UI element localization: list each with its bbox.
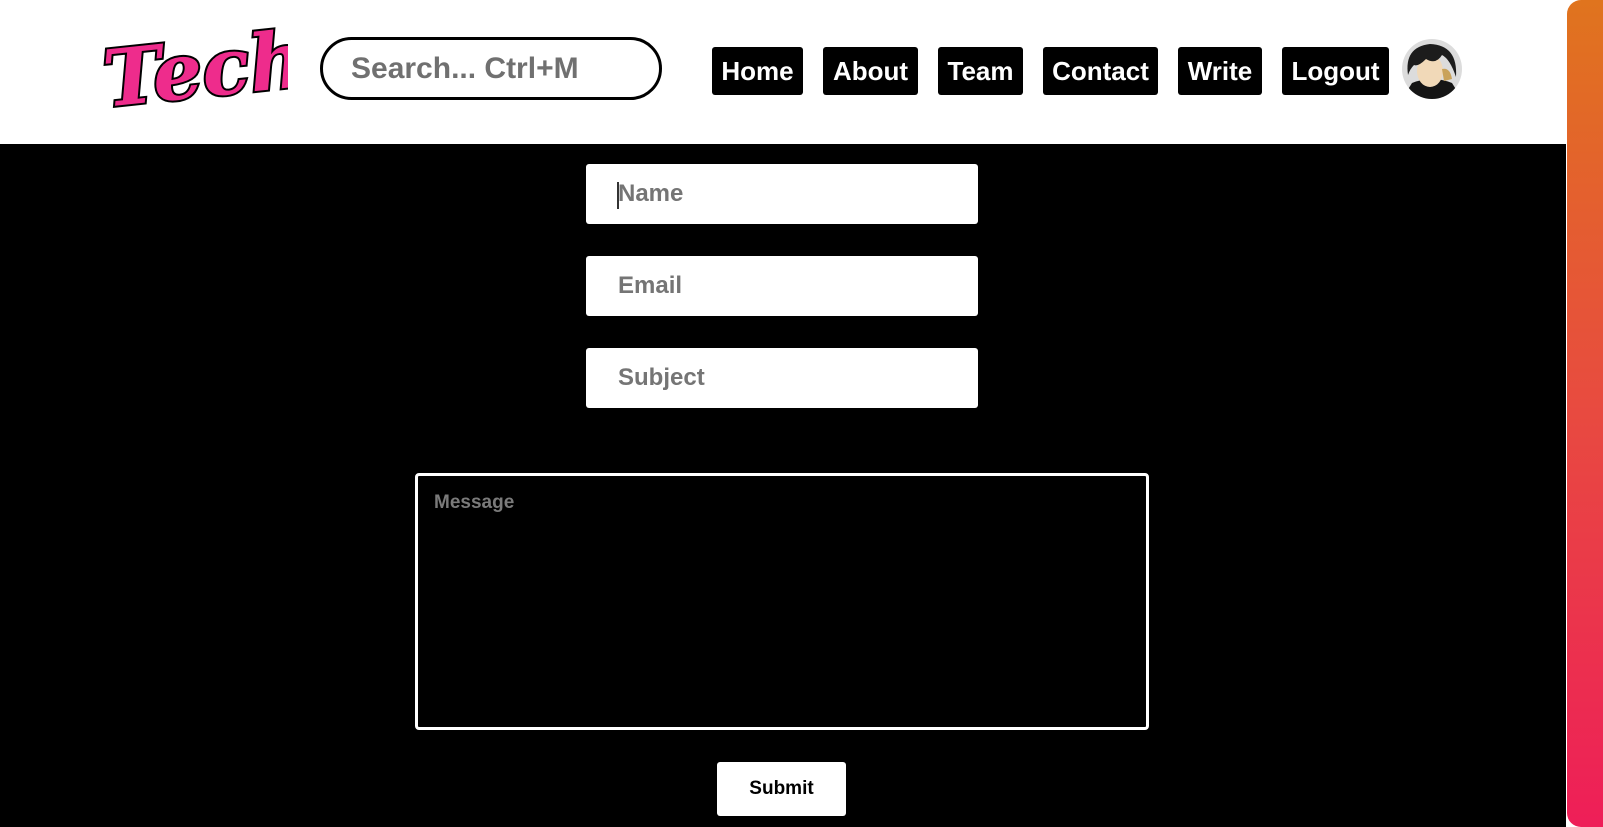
submit-button[interactable]: Submit — [717, 762, 846, 816]
subject-field[interactable] — [586, 348, 978, 408]
scrollbar[interactable] — [1566, 0, 1603, 827]
site-header: Techy Home About Team Contact Write Logo… — [0, 0, 1566, 144]
logo[interactable]: Techy — [98, 18, 288, 130]
search-input[interactable] — [320, 37, 662, 100]
user-avatar[interactable] — [1402, 39, 1462, 99]
nav-contact[interactable]: Contact — [1043, 47, 1158, 95]
nav-home[interactable]: Home — [712, 47, 803, 95]
email-field[interactable] — [586, 256, 978, 316]
message-textarea[interactable] — [415, 473, 1149, 730]
nav-logout[interactable]: Logout — [1282, 47, 1389, 95]
name-field[interactable] — [586, 164, 978, 224]
avatar-image — [1402, 39, 1462, 99]
nav-team[interactable]: Team — [938, 47, 1023, 95]
text-cursor — [617, 182, 619, 209]
logo-text: Techy — [99, 18, 288, 126]
nav-about[interactable]: About — [823, 47, 918, 95]
nav-write[interactable]: Write — [1178, 47, 1262, 95]
scrollbar-thumb[interactable] — [1567, 0, 1603, 827]
